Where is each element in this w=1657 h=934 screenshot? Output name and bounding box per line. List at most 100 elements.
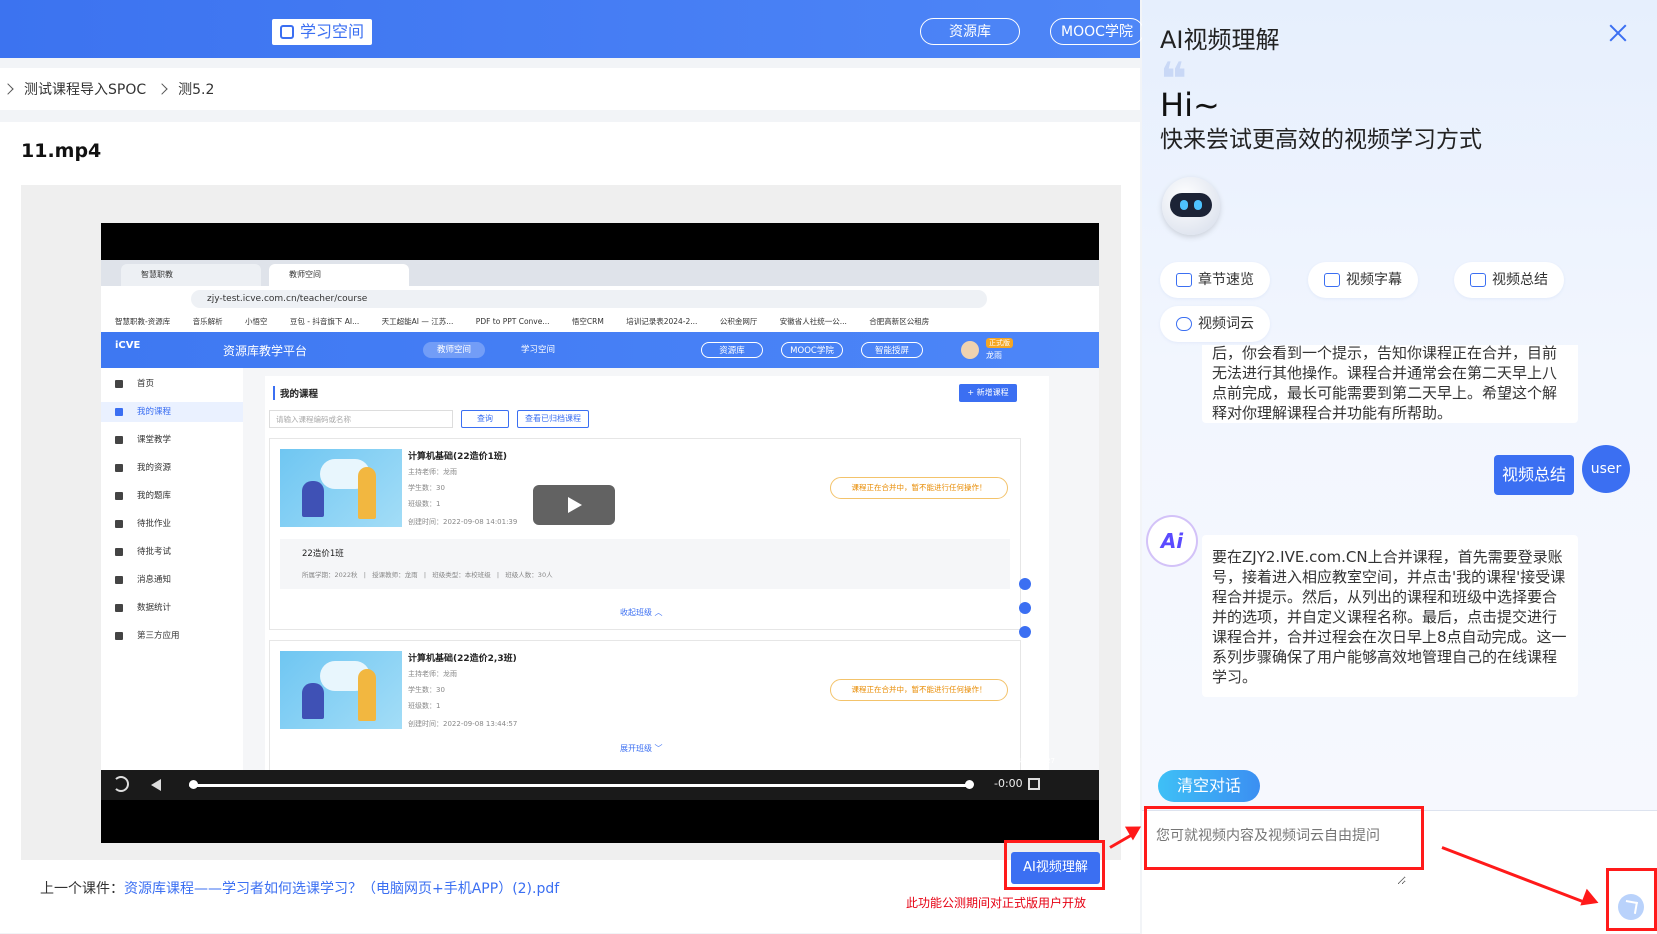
file-title: 11.mp4	[21, 140, 102, 162]
previous-lesson-link[interactable]: 资源库课程——学习者如何选课学习？（电脑网页+手机APP）(2).pdf	[124, 881, 559, 897]
course-students: 学生数：30	[408, 686, 445, 694]
chip-label: 视频总结	[1492, 272, 1548, 288]
chevron-right-icon	[2, 83, 14, 95]
course-created: 创建时间：2022-09-08 14:01:39	[408, 518, 518, 526]
bookmark: 公积金网厅	[719, 317, 758, 326]
breadcrumb-lesson[interactable]: 测5.2	[178, 79, 214, 99]
highlight-box	[1004, 840, 1105, 890]
browser-tab: 智慧职教	[121, 264, 261, 286]
bookmark: 天工超能AI — 江苏...	[381, 317, 454, 326]
progress-knob[interactable]	[189, 780, 198, 789]
sidebar-item: 第三方应用	[101, 626, 243, 646]
sidebar-item: 消息通知	[101, 570, 243, 590]
teacher-space-tab: 教师空间	[423, 342, 485, 358]
progress-end-knob	[965, 780, 974, 789]
class-row: 22造价1班 所属学期：2022秋 | 授课教师：龙雨 | 班级类型：本校班级 …	[280, 539, 1010, 589]
frame-timestamp: 2024/03/14 10:41:27	[981, 757, 1056, 765]
mooc-button: MOOC学院	[781, 342, 843, 358]
resource-library-button[interactable]: 资源库	[920, 18, 1020, 45]
url-field: zjy-test.icve.com.cn/teacher/course	[191, 290, 987, 308]
query-button: 查询	[461, 410, 509, 428]
replay-icon[interactable]	[113, 776, 129, 792]
previous-label: 上一个课件：	[40, 881, 124, 897]
collapse-classes: 收起班级 ︿	[620, 608, 663, 617]
course-students: 学生数：30	[408, 484, 445, 492]
course-classes: 班级数：1	[408, 702, 441, 710]
expand-classes: 展开班级 ﹀	[620, 744, 663, 753]
video-subtitles-button[interactable]: 视频字幕	[1308, 262, 1418, 298]
chip-label: 视频词云	[1198, 316, 1254, 332]
sidebar-item: 首页	[101, 374, 243, 394]
highlight-box	[1606, 868, 1657, 931]
sidebar-item: 课堂教学	[101, 430, 243, 450]
sidebar-item: 待批作业	[101, 514, 243, 534]
chapter-overview-button[interactable]: 章节速览	[1160, 262, 1270, 298]
course-thumbnail	[280, 449, 402, 527]
course-teacher: 主持老师：龙雨	[408, 468, 457, 476]
floating-tools	[1019, 578, 1033, 650]
bookmark: PDF to PPT Conve...	[475, 317, 550, 326]
course-content: 我的课程 + 新增课程 请输入课程编码或名称 查询 查看已归档课程 计算机基础(…	[243, 368, 1099, 800]
beta-notice: 此功能公测期间对正式版用户开放	[906, 896, 1087, 910]
bookmark: 智慧职教-资源库	[115, 317, 171, 326]
chip-label: 章节速览	[1198, 272, 1254, 288]
sidebar-item: 我的题库	[101, 486, 243, 506]
course-name: 计算机基础(22造价1班)	[408, 452, 508, 462]
course-classes: 班级数：1	[408, 500, 441, 508]
new-course-button: + 新增课程	[959, 384, 1017, 402]
progress-bar[interactable]	[189, 784, 969, 787]
app-header: iCVE 资源库教学平台 教师空间 学习空间 资源库 MOOC学院 智能授屏 正…	[101, 332, 1099, 368]
course-teacher: 主持老师：龙雨	[408, 670, 457, 678]
subtitle-icon	[1324, 273, 1340, 287]
bookmark: 培训记录表2024-2...	[626, 317, 698, 326]
ai-message: 要在ZJY2.IVE.com.CN上合并课程，首先需要登录账号，接着进入相应教室…	[1202, 535, 1578, 697]
class-info: 所属学期：2022秋 | 授课教师：龙雨 | 班级类型：本校班级 | 班级人数：…	[302, 571, 553, 579]
summary-icon	[1470, 273, 1486, 287]
ai-panel-title: AI视频理解	[1160, 26, 1280, 54]
resource-button: 资源库	[701, 342, 763, 358]
play-icon[interactable]	[533, 485, 615, 525]
video-summary-button[interactable]: 视频总结	[1454, 262, 1564, 298]
greeting-subtitle: 快来尝试更高效的视频学习方式	[1160, 127, 1482, 153]
breadcrumb: 测试课程导入SPOC 测5.2	[0, 68, 1140, 110]
platform-name: 资源库教学平台	[223, 344, 308, 358]
clear-chat-button[interactable]: 清空对话	[1158, 770, 1260, 802]
course-created: 创建时间：2022-09-08 13:44:57	[408, 720, 518, 728]
course-search-input: 请输入课程编码或名称	[269, 410, 453, 428]
volume-icon[interactable]	[151, 779, 161, 791]
merge-notice: 课程正在合并中，暂不能进行任何操作！	[830, 477, 1008, 499]
mooc-button[interactable]: MOOC学院	[1050, 18, 1144, 45]
breadcrumb-course[interactable]: 测试课程导入SPOC	[24, 79, 146, 99]
bookmarks-bar: 智慧职教-资源库 音乐解析 小悟空 豆包 - 抖音旗下 AI... 天工超能AI…	[101, 312, 1099, 333]
course-name: 计算机基础(22造价2,3班)	[408, 654, 517, 664]
learning-space-label: 学习空间	[300, 22, 365, 41]
chat-area[interactable]: 后，你会看到一个提示，告知你课程正在合并，目前无法进行其他操作。课程合并通常会在…	[1142, 345, 1657, 740]
learning-space-tab[interactable]: 学习空间	[272, 19, 373, 45]
bookmark: 音乐解析	[192, 317, 223, 326]
ai-message: 后，你会看到一个提示，告知你课程正在合并，目前无法进行其他操作。课程合并通常会在…	[1202, 345, 1578, 423]
video-wordcloud-button[interactable]: 视频词云	[1160, 306, 1270, 342]
highlight-box	[1144, 806, 1424, 870]
bookmark: 合肥高新区公租房	[869, 317, 930, 326]
sidebar-item: 待批考试	[101, 542, 243, 562]
section-title: 我的课程	[273, 386, 318, 400]
smart-screen-button: 智能授屏	[861, 342, 923, 358]
previous-lesson: 上一个课件：资源库课程——学习者如何选课学习？（电脑网页+手机APP）(2).p…	[40, 878, 559, 898]
course-card: 计算机基础(22造价1班) 主持老师：龙雨 学生数：30 班级数：1 创建时间：…	[269, 438, 1021, 630]
user-avatar: user	[1582, 445, 1630, 493]
user-name: 龙雨	[986, 351, 1002, 360]
address-bar: zjy-test.icve.com.cn/teacher/course	[101, 286, 1099, 313]
icve-logo: iCVE	[115, 340, 141, 351]
sidebar: 首页 我的课程 课堂教学 我的资源 我的题库 待批作业 待批考试 消息通知 数据…	[101, 368, 244, 800]
course-thumbnail	[280, 651, 402, 729]
archived-button: 查看已归档课程	[517, 410, 589, 428]
fullscreen-icon[interactable]	[1028, 778, 1040, 790]
chevron-right-icon	[156, 83, 168, 95]
course-panel: 我的课程 + 新增课程 请输入课程编码或名称 查询 查看已归档课程 计算机基础(…	[265, 376, 1049, 800]
ai-panel: AI视频理解 ❝ Hi~ 快来尝试更高效的视频学习方式 章节速览 视频字幕 视频…	[1142, 0, 1657, 934]
chip-label: 视频字幕	[1346, 272, 1402, 288]
close-icon[interactable]	[1607, 22, 1629, 44]
video-frame: 智慧职教 教师空间 zjy-test.icve.com.cn/teacher/c…	[101, 260, 1099, 800]
time-remaining: -0:00	[994, 777, 1023, 790]
sidebar-item: 数据统计	[101, 598, 243, 618]
